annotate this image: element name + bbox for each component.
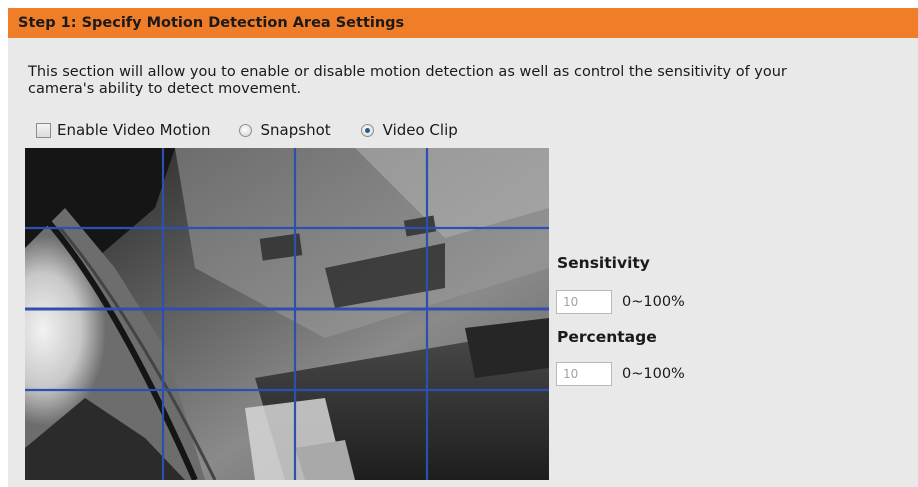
section-description: This section will allow you to enable or… [28, 64, 888, 98]
section-title: Step 1: Specify Motion Detection Area Se… [18, 15, 405, 31]
section-header: Step 1: Specify Motion Detection Area Se… [8, 8, 918, 38]
video-clip-radio[interactable] [360, 123, 374, 137]
sensitivity-label: Sensitivity [557, 254, 650, 272]
description-line-2: camera's ability to detect movement. [28, 81, 302, 97]
description-line-1: This section will allow you to enable or… [28, 64, 787, 80]
percentage-label: Percentage [557, 328, 657, 346]
motion-detection-panel: Step 1: Specify Motion Detection Area Se… [8, 8, 918, 487]
camera-preview-image [25, 148, 549, 480]
motion-options-row: Enable Video Motion Snapshot Video Clip [36, 120, 458, 140]
sensitivity-input[interactable] [556, 290, 612, 314]
enable-video-motion-checkbox[interactable] [36, 122, 51, 138]
motion-detection-grid[interactable] [25, 148, 549, 480]
snapshot-label[interactable]: Snapshot [261, 121, 331, 139]
percentage-input[interactable] [556, 362, 612, 386]
snapshot-radio[interactable] [238, 123, 252, 137]
sensitivity-range: 0~100% [622, 294, 685, 310]
enable-video-motion-label[interactable]: Enable Video Motion [57, 121, 211, 139]
video-clip-label[interactable]: Video Clip [383, 121, 458, 139]
percentage-range: 0~100% [622, 366, 685, 382]
